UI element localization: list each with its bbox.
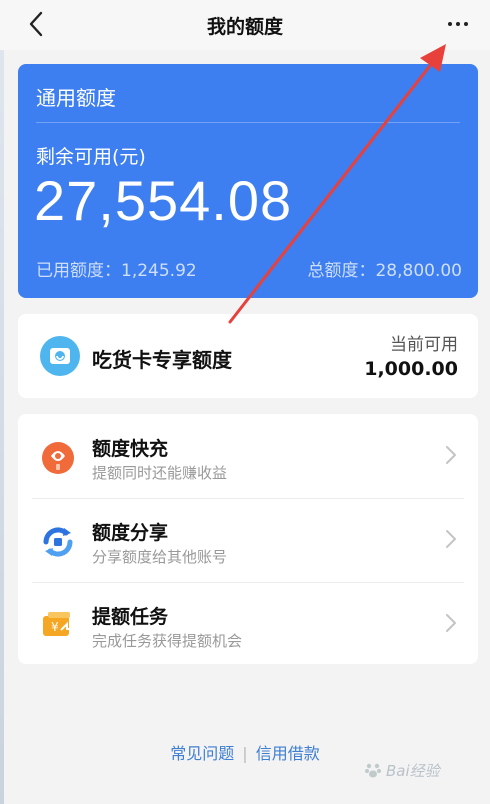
menu-item-quota-recharge[interactable]: 额度快充 提额同时还能赚收益 bbox=[18, 414, 478, 496]
current-available-label: 当前可用 bbox=[390, 335, 458, 355]
watermark-text: Bai经验 bbox=[386, 761, 440, 780]
menu-item-title: 额度快充 bbox=[92, 438, 169, 460]
quota-recharge-icon bbox=[38, 438, 78, 478]
chevron-right-icon bbox=[446, 614, 456, 632]
menu-item-title: 额度分享 bbox=[92, 522, 169, 544]
footer-separator: | bbox=[242, 744, 248, 763]
quota-actions-menu: 额度快充 提额同时还能赚收益 额度分享 分享额度给其他账号 ¥ 提额任务 完成任… bbox=[18, 414, 478, 664]
faq-link[interactable]: 常见问题 bbox=[170, 744, 234, 763]
remaining-available-label: 剩余可用(元) bbox=[36, 146, 146, 168]
paw-icon bbox=[365, 763, 381, 778]
menu-item-subtitle: 完成任务获得提额机会 bbox=[92, 632, 243, 650]
page-title: 我的额度 bbox=[206, 16, 283, 38]
left-edge-strip bbox=[0, 0, 4, 804]
menu-item-title: 提额任务 bbox=[92, 606, 169, 628]
total-quota: 总额度：28,800.00 bbox=[307, 256, 462, 281]
used-quota-label: 已用额度： bbox=[36, 261, 121, 281]
foodie-card-title: 吃货卡专享额度 bbox=[92, 348, 232, 372]
total-quota-value: 28,800.00 bbox=[375, 261, 462, 281]
menu-item-subtitle: 分享额度给其他账号 bbox=[92, 548, 228, 566]
used-quota: 已用额度：1,245.92 bbox=[36, 256, 197, 281]
card-divider bbox=[36, 122, 460, 123]
chevron-right-icon bbox=[446, 446, 456, 464]
general-quota-card: 通用额度 剩余可用(元) 27,554.08 已用额度：1,245.92 总额度… bbox=[18, 64, 478, 298]
navigation-bar: 我的额度 bbox=[0, 0, 490, 50]
general-quota-title: 通用额度 bbox=[36, 86, 116, 110]
credit-loan-link[interactable]: 信用借款 bbox=[256, 744, 320, 763]
remaining-amount: 27,554.08 bbox=[34, 169, 293, 232]
quota-share-icon bbox=[38, 522, 78, 562]
menu-item-quota-share[interactable]: 额度分享 分享额度给其他账号 bbox=[18, 498, 478, 580]
more-dots-icon[interactable] bbox=[444, 14, 472, 34]
used-quota-value: 1,245.92 bbox=[121, 261, 197, 281]
menu-item-quota-task[interactable]: ¥ 提额任务 完成任务获得提额机会 bbox=[18, 582, 478, 664]
chevron-right-icon bbox=[446, 530, 456, 548]
baidu-watermark: Bai经验 bbox=[364, 758, 462, 782]
current-available-value: 1,000.00 bbox=[364, 358, 458, 380]
foodie-card-icon bbox=[40, 336, 80, 376]
menu-item-subtitle: 提额同时还能赚收益 bbox=[92, 464, 228, 482]
svg-text:¥: ¥ bbox=[51, 620, 59, 634]
foodie-card-quota[interactable]: 吃货卡专享额度 当前可用 1,000.00 bbox=[18, 314, 478, 398]
total-quota-label: 总额度： bbox=[307, 261, 376, 281]
quota-task-icon: ¥ bbox=[38, 606, 78, 646]
